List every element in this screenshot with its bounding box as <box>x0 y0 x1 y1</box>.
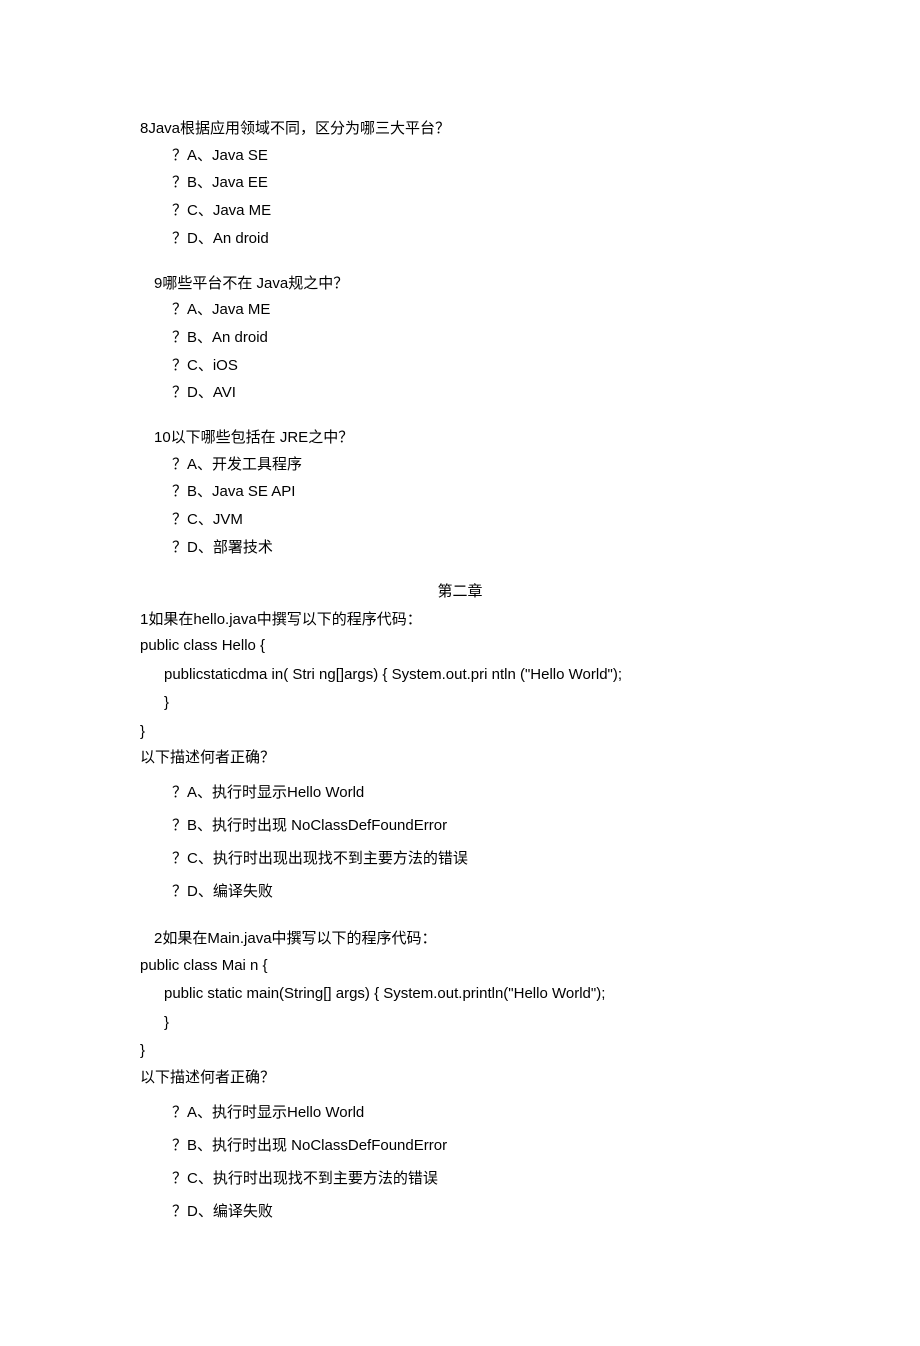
option-d: ？D、AVI <box>172 379 780 407</box>
question-text: 8Java根据应用领域不同，区分为哪三大平台？ <box>140 116 780 142</box>
question-9: 9哪些平台不在 Java规之中？ ？A、Java ME ？B、An droid … <box>140 271 780 408</box>
followup-text: 以下描述何者正确？ <box>140 746 780 770</box>
option-c: ？C、JVM <box>172 506 780 534</box>
option-b: ？B、Java EE <box>172 169 780 197</box>
question-text: 1如果在hello.java中撰写以下的程序代码： <box>140 607 780 633</box>
option-c: ？C、Java ME <box>172 197 780 225</box>
code-line: publicstaticdma in( Stri ng[]args) { Sys… <box>140 661 780 690</box>
question-text: 10以下哪些包括在 JRE之中？ <box>154 425 780 451</box>
code-block: public class Hello { publicstaticdma in(… <box>140 632 780 746</box>
options-list: ？A、开发工具程序 ？B、Java SE API ？C、JVM ？D、部署技术 <box>154 451 780 562</box>
code-line: } <box>140 1009 780 1038</box>
option-c: ？C、iOS <box>172 352 780 380</box>
options-list: ？A、Java ME ？B、An droid ？C、iOS ？D、AVI <box>154 296 780 407</box>
question-text: 9哪些平台不在 Java规之中？ <box>154 271 780 297</box>
option-d: ？D、An droid <box>172 225 780 253</box>
options-list: ？A、执行时显示Hello World ？B、执行时出现 NoClassDefF… <box>140 776 780 908</box>
question-10: 10以下哪些包括在 JRE之中？ ？A、开发工具程序 ？B、Java SE AP… <box>140 425 780 562</box>
question-2-2: 2如果在Main.java中撰写以下的程序代码： public class Ma… <box>140 926 780 1228</box>
question-8: 8Java根据应用领域不同，区分为哪三大平台？ ？A、Java SE ？B、Ja… <box>140 116 780 253</box>
option-a: ？A、执行时显示Hello World <box>172 776 780 809</box>
options-list: ？A、Java SE ？B、Java EE ？C、Java ME ？D、An d… <box>140 142 780 253</box>
option-b: ？B、An droid <box>172 324 780 352</box>
code-line: } <box>140 689 780 718</box>
option-b: ？B、Java SE API <box>172 478 780 506</box>
option-d: ？D、部署技术 <box>172 534 780 562</box>
document-page: 8Java根据应用领域不同，区分为哪三大平台？ ？A、Java SE ？B、Ja… <box>0 0 920 1346</box>
followup-text: 以下描述何者正确？ <box>140 1066 780 1090</box>
chapter-title: 第二章 <box>140 580 780 601</box>
code-line: public static main(String[] args) { Syst… <box>140 980 780 1009</box>
options-list: ？A、执行时显示Hello World ？B、执行时出现 NoClassDefF… <box>140 1096 780 1228</box>
question-2-1: 1如果在hello.java中撰写以下的程序代码： public class H… <box>140 607 780 909</box>
question-text: 2如果在Main.java中撰写以下的程序代码： <box>140 926 780 952</box>
code-line: public class Mai n { <box>140 952 780 981</box>
option-a: ？A、执行时显示Hello World <box>172 1096 780 1129</box>
code-block: public class Mai n { public static main(… <box>140 952 780 1066</box>
option-a: ？A、开发工具程序 <box>172 451 780 479</box>
option-d: ？D、编译失败 <box>172 875 780 908</box>
option-b: ？B、执行时出现 NoClassDefFoundError <box>172 1129 780 1162</box>
code-line: } <box>140 718 780 747</box>
option-c: ？C、执行时出现出现找不到主要方法的错误 <box>172 842 780 875</box>
option-a: ？A、Java SE <box>172 142 780 170</box>
option-d: ？D、编译失败 <box>172 1195 780 1228</box>
option-b: ？B、执行时出现 NoClassDefFoundError <box>172 809 780 842</box>
option-a: ？A、Java ME <box>172 296 780 324</box>
code-line: } <box>140 1037 780 1066</box>
code-line: public class Hello { <box>140 632 780 661</box>
option-c: ？C、执行时出现找不到主要方法的错误 <box>172 1162 780 1195</box>
